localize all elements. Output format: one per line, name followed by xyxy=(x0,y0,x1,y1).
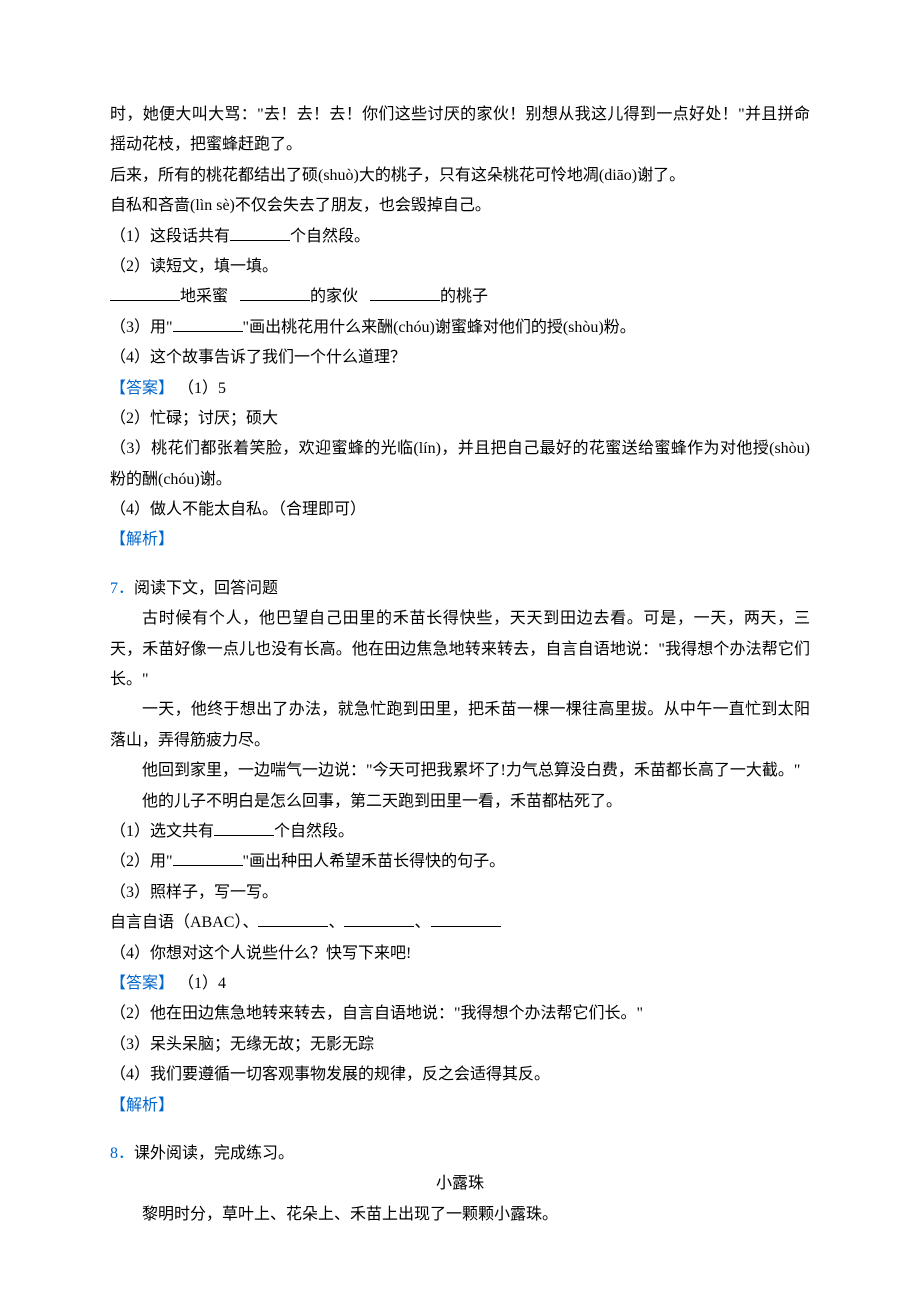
q6-paragraph-1: 时，她便大叫大骂："去！去！去！你们这些讨厌的家伙！别想从我这儿得到一点好处！"… xyxy=(110,100,810,161)
answer-label: 【答案】 xyxy=(110,380,174,397)
q6-answer-1: 【答案】 （1）5 xyxy=(110,374,810,404)
question-number: 7． xyxy=(110,580,134,597)
spacer xyxy=(110,556,810,574)
q6-sub2-a: 地采蜜 xyxy=(180,288,228,305)
blank-field[interactable] xyxy=(110,284,180,301)
document-page: 时，她便大叫大骂："去！去！去！你们这些讨厌的家伙！别想从我这儿得到一点好处！"… xyxy=(0,0,920,1310)
q7-sub4: （4）你想对这个人说些什么？快写下来吧! xyxy=(110,939,810,969)
q6-sub3-text-a: （3）用" xyxy=(110,319,173,336)
q7-sub3: （3）照样子，写一写。 xyxy=(110,878,810,908)
q6-sub1-text-a: （1）这段话共有 xyxy=(110,228,230,245)
separator: 、 xyxy=(414,914,430,931)
q7-sub1-text-a: （1）选文共有 xyxy=(110,823,214,840)
blank-field[interactable] xyxy=(258,910,328,927)
q7-analysis: 【解析】 xyxy=(110,1091,810,1121)
q8-header: 8．课外阅读，完成练习。 xyxy=(110,1139,810,1169)
q6-answer-3: （3）桃花们都张着笑脸，欢迎蜜蜂的光临(lín)，并且把自己最好的花蜜送给蜜蜂作… xyxy=(110,434,810,495)
q7-answer-3: （3）呆头呆脑；无缘无故；无影无踪 xyxy=(110,1030,810,1060)
blank-field[interactable] xyxy=(344,910,414,927)
blank-field[interactable] xyxy=(230,224,290,241)
q6-answer-4: （4）做人不能太自私。（合理即可） xyxy=(110,495,810,525)
q6-sub3-text-b: "画出桃花用什么来酬(chóu)谢蜜蜂对他们的授(shòu)粉。 xyxy=(243,319,636,336)
q7-sub2: （2）用" "画出种田人希望禾苗长得快的句子。 xyxy=(110,847,810,877)
blank-field[interactable] xyxy=(240,284,310,301)
q7-sub2-text-b: "画出种田人希望禾苗长得快的句子。 xyxy=(243,853,506,870)
blank-field[interactable] xyxy=(214,819,274,836)
blank-field[interactable] xyxy=(173,315,243,332)
q7-title: 阅读下文，回答问题 xyxy=(134,580,278,597)
q6-sub2: （2）读短文，填一填。 xyxy=(110,252,810,282)
q6-analysis: 【解析】 xyxy=(110,525,810,555)
q8-story-title: 小露珠 xyxy=(110,1169,810,1199)
q6-sub1-text-b: 个自然段。 xyxy=(290,228,370,245)
q7-header: 7．阅读下文，回答问题 xyxy=(110,574,810,604)
analysis-label: 【解析】 xyxy=(110,1097,174,1114)
q6-paragraph-3: 自私和吝啬(lìn sè)不仅会失去了朋友，也会毁掉自己。 xyxy=(110,191,810,221)
q7-answer-2: （2）他在田边焦急地转来转去，自言自语地说："我得想个办法帮它们长。" xyxy=(110,999,810,1029)
q8-paragraph-1: 黎明时分，草叶上、花朵上、禾苗上出现了一颗颗小露珠。 xyxy=(110,1200,810,1230)
q7-paragraph-2: 一天，他终于想出了办法，就急忙跑到田里，把禾苗一棵一棵往高里拔。从中午一直忙到太… xyxy=(110,695,810,756)
q7-paragraph-4: 他的儿子不明白是怎么回事，第二天跑到田里一看，禾苗都枯死了。 xyxy=(110,787,810,817)
question-number: 8． xyxy=(110,1145,134,1162)
q7-paragraph-1: 古时候有个人，他巴望自己田里的禾苗长得快些，天天到田边去看。可是，一天，两天，三… xyxy=(110,604,810,695)
q6-answer-2: （2）忙碌；讨厌；硕大 xyxy=(110,404,810,434)
q6-sub3: （3）用" "画出桃花用什么来酬(chóu)谢蜜蜂对他们的授(shòu)粉。 xyxy=(110,313,810,343)
q6-sub2-b: 的家伙 xyxy=(310,288,358,305)
q6-paragraph-2: 后来，所有的桃花都结出了硕(shuò)大的桃子，只有这朵桃花可怜地凋(diāo)… xyxy=(110,161,810,191)
q6-answer-1-text: （1）5 xyxy=(178,380,226,397)
q7-paragraph-3: 他回到家里，一边喘气一边说："今天可把我累坏了!力气总算没白费，禾苗都长高了一大… xyxy=(110,756,810,786)
q6-sub1: （1）这段话共有 个自然段。 xyxy=(110,222,810,252)
q7-answer-1: 【答案】 （1）4 xyxy=(110,969,810,999)
q6-sub4: （4）这个故事告诉了我们一个什么道理？ xyxy=(110,343,810,373)
q7-answer-4: （4）我们要遵循一切客观事物发展的规律，反之会适得其反。 xyxy=(110,1060,810,1090)
q7-sub2-text-a: （2）用" xyxy=(110,853,173,870)
q6-sub2-c: 的桃子 xyxy=(440,288,488,305)
spacer xyxy=(110,1121,810,1139)
q6-sub2-fill: 地采蜜 的家伙 的桃子 xyxy=(110,282,810,312)
q7-sub3-example: 自言自语（ABAC）、 xyxy=(110,914,258,931)
answer-label: 【答案】 xyxy=(110,975,174,992)
q7-answer-1-text: （1）4 xyxy=(178,975,226,992)
q7-sub1: （1）选文共有 个自然段。 xyxy=(110,817,810,847)
blank-field[interactable] xyxy=(173,849,243,866)
analysis-label: 【解析】 xyxy=(110,531,174,548)
q7-sub3-fill: 自言自语（ABAC）、 、 、 xyxy=(110,908,810,938)
q7-sub1-text-b: 个自然段。 xyxy=(274,823,354,840)
separator: 、 xyxy=(328,914,344,931)
blank-field[interactable] xyxy=(370,284,440,301)
blank-field[interactable] xyxy=(431,910,501,927)
q8-title: 课外阅读，完成练习。 xyxy=(134,1145,294,1162)
